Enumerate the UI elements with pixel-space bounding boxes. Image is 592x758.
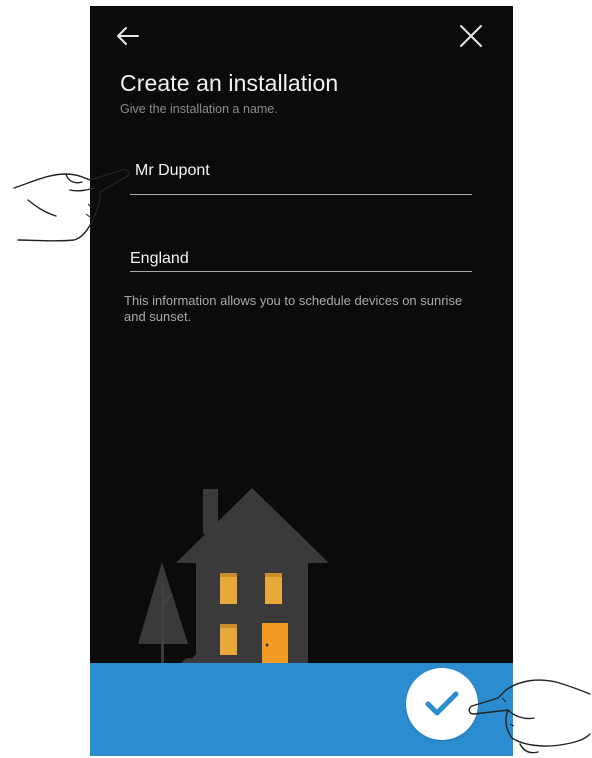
location-value: England <box>130 250 189 267</box>
field-underline <box>130 194 472 195</box>
close-icon <box>460 25 482 47</box>
page-subtitle: Give the installation a name. <box>120 102 278 116</box>
page-title: Create an installation <box>120 70 339 96</box>
installation-name-field[interactable]: Mr Dupont <box>130 162 472 195</box>
close-button[interactable] <box>455 20 487 52</box>
tap-hand-icon <box>13 168 130 242</box>
app-screen: Create an installation Give the installa… <box>90 6 513 756</box>
tap-hand-icon <box>468 679 591 754</box>
checkmark-icon <box>425 691 459 716</box>
info-text: This information allows you to schedule … <box>124 293 463 324</box>
field-underline <box>130 271 472 272</box>
arrow-left-icon <box>117 27 139 45</box>
house-illustration <box>138 488 329 676</box>
back-button[interactable] <box>114 22 142 50</box>
installation-name-value: Mr Dupont <box>135 162 210 179</box>
location-field[interactable]: England <box>130 250 472 272</box>
